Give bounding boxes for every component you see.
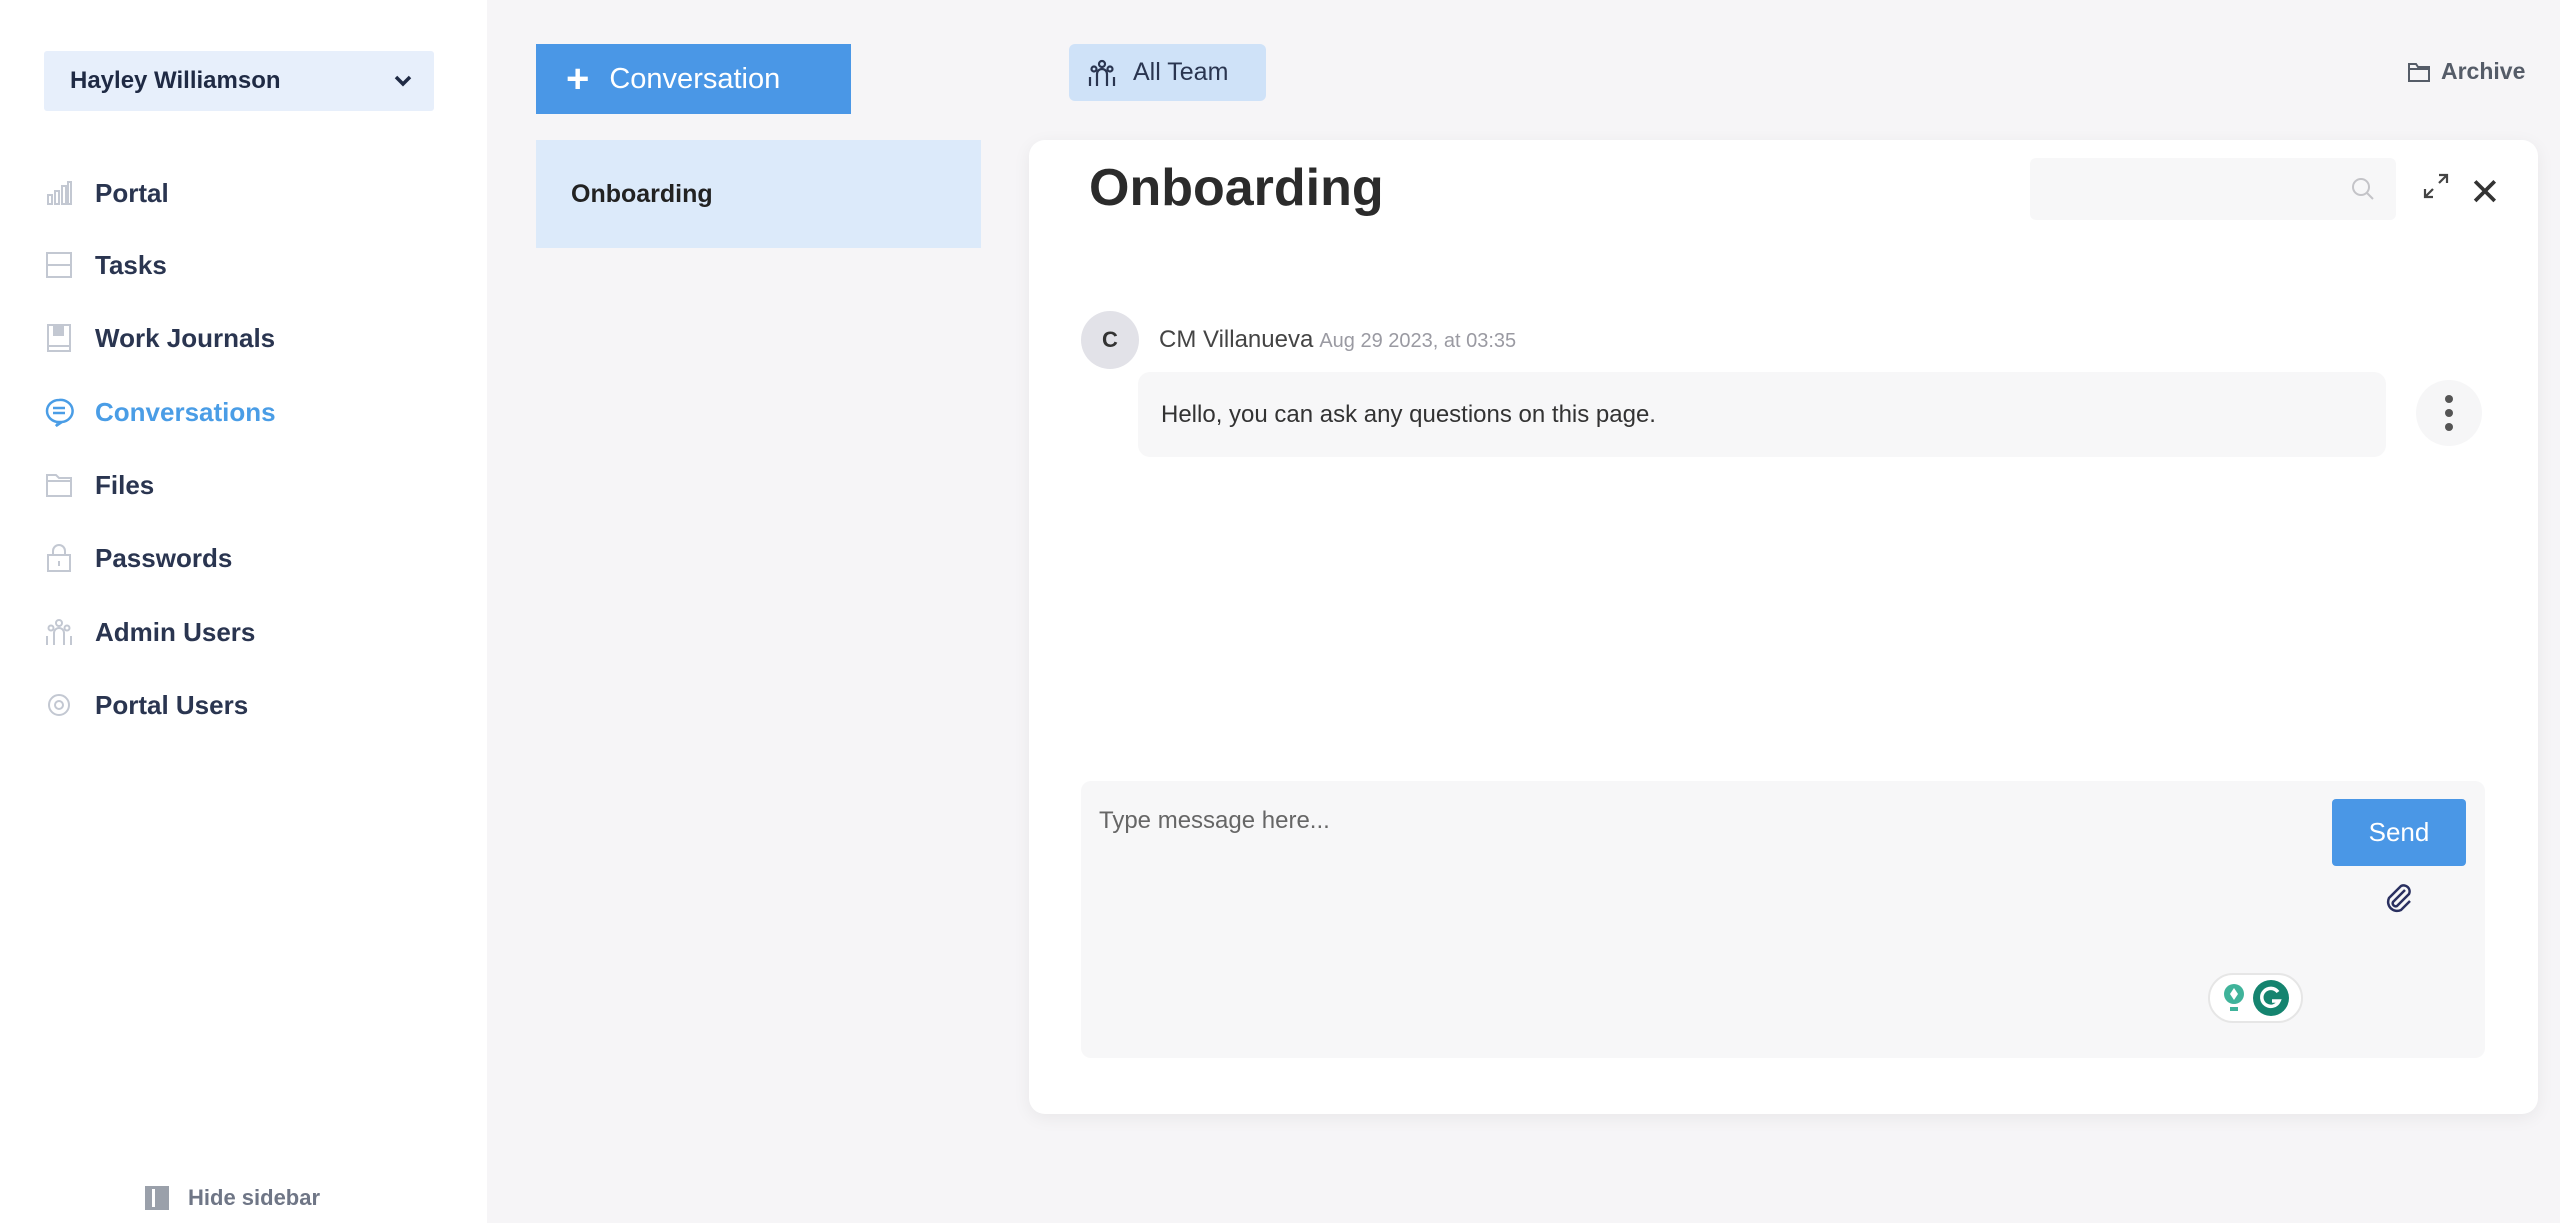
sidebar-item-tasks[interactable]: Tasks xyxy=(44,245,167,285)
message-options-button[interactable] xyxy=(2416,380,2482,446)
message-time: Aug 29 2023, at 03:35 xyxy=(1319,330,1517,352)
team-icon xyxy=(1088,59,1116,86)
team-filter-label: All Team xyxy=(1133,58,1229,86)
user-name: Hayley Williamson xyxy=(70,67,281,94)
gear-icon xyxy=(44,690,74,720)
sidebar-item-conversations[interactable]: Conversations xyxy=(44,392,276,432)
close-icon[interactable]: ✕ xyxy=(2469,170,2501,215)
tasks-icon xyxy=(44,250,74,280)
conversation-panel: Onboarding ✕ C CM Villanueva Aug 29 2023,… xyxy=(1029,140,2538,1114)
conversation-list-item[interactable]: Onboarding xyxy=(536,140,981,248)
conversation-label: Onboarding xyxy=(571,179,713,208)
chat-icon xyxy=(44,397,74,427)
message-bubble: Hello, you can ask any questions on this… xyxy=(1138,372,2386,457)
sidebar-item-files[interactable]: Files xyxy=(44,465,154,505)
sidebar-item-portal-users[interactable]: Portal Users xyxy=(44,685,248,725)
grammarly-icon xyxy=(2252,980,2289,1016)
sidebar-item-label: Portal xyxy=(95,177,169,208)
folder-icon xyxy=(2408,62,2430,82)
team-filter-button[interactable]: All Team xyxy=(1069,44,1266,101)
archive-button[interactable]: Archive xyxy=(2407,58,2525,85)
avatar: C xyxy=(1081,311,1139,369)
sidebar-item-label: Passwords xyxy=(95,542,233,573)
sidebar-toggle-icon xyxy=(145,1186,169,1210)
lock-icon xyxy=(44,543,74,573)
new-conversation-button[interactable]: + Conversation xyxy=(536,44,851,114)
sidebar-item-admin-users[interactable]: Admin Users xyxy=(44,612,255,652)
message-meta: CM Villanueva Aug 29 2023, at 03:35 xyxy=(1159,326,1516,354)
plus-icon: + xyxy=(566,57,590,101)
send-button[interactable]: Send xyxy=(2332,799,2466,866)
folder-icon xyxy=(44,470,74,500)
bar-chart-icon xyxy=(44,178,74,208)
grammarly-widget[interactable] xyxy=(2208,973,2303,1023)
sidebar-item-label: Admin Users xyxy=(95,616,256,647)
sidebar-item-work-journals[interactable]: Work Journals xyxy=(44,318,275,358)
journal-icon xyxy=(44,323,74,353)
message-author: CM Villanueva xyxy=(1159,326,1314,353)
chevron-down-icon xyxy=(394,75,412,87)
hide-sidebar-button[interactable]: Hide sidebar xyxy=(144,1185,320,1211)
paperclip-icon[interactable] xyxy=(2381,881,2417,917)
archive-label: Archive xyxy=(2441,58,2526,84)
hide-sidebar-label: Hide sidebar xyxy=(188,1185,321,1210)
sidebar-item-portal[interactable]: Portal xyxy=(44,173,169,213)
sidebar-item-label: Files xyxy=(95,469,155,500)
sidebar-item-label: Portal Users xyxy=(95,689,249,720)
sidebar-item-label: Conversations xyxy=(95,396,276,427)
message-search-input[interactable] xyxy=(2030,158,2396,220)
sidebar: Hayley Williamson Portal Tasks Work Jour… xyxy=(0,0,487,1223)
conversation-title: Onboarding xyxy=(1089,159,1384,217)
user-dropdown[interactable]: Hayley Williamson xyxy=(44,51,434,111)
sidebar-item-passwords[interactable]: Passwords xyxy=(44,538,232,578)
expand-icon[interactable] xyxy=(2422,172,2450,200)
message-input[interactable] xyxy=(1099,801,2299,841)
message-composer: Send xyxy=(1081,781,2485,1058)
new-conversation-label: Conversation xyxy=(609,62,781,95)
users-icon xyxy=(44,617,74,647)
sidebar-item-label: Work Journals xyxy=(95,322,276,353)
search-icon xyxy=(2352,178,2374,200)
sidebar-item-label: Tasks xyxy=(95,249,167,280)
lightbulb-icon xyxy=(2223,984,2244,1011)
message-text: Hello, you can ask any questions on this… xyxy=(1161,400,1656,428)
